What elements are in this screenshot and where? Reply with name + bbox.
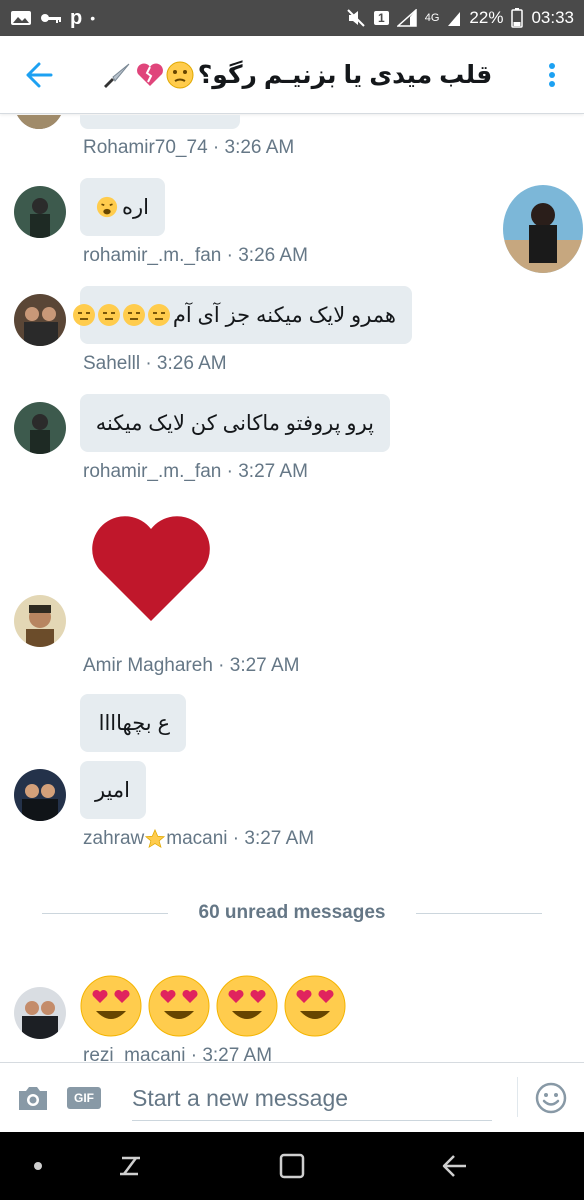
avatar[interactable] [14, 595, 66, 647]
mute-icon [346, 9, 366, 27]
message-text: اره [122, 195, 149, 219]
back-button[interactable] [22, 58, 56, 92]
battery-icon [511, 8, 524, 28]
heart-eyes-face-icon [284, 975, 346, 1037]
gif-label: GIF [74, 1091, 94, 1105]
message-meta: rohamir_.m._fan · 3:27 AM [83, 461, 308, 482]
message-meta: rezi_macani · 3:27 AM [83, 1045, 273, 1061]
signal-icon [447, 9, 461, 27]
weary-face-icon [96, 196, 118, 218]
message-text: همرو لایک میکنه جز آی آم [172, 303, 396, 327]
system-navigation-bar [0, 1132, 584, 1200]
sim-badge: 1 [374, 11, 389, 25]
smiley-icon [535, 1082, 567, 1114]
avatar[interactable] [14, 115, 64, 129]
knife-icon [103, 63, 130, 88]
recent-apps-button[interactable] [114, 1150, 146, 1182]
recent-apps-icon [120, 1156, 140, 1176]
message-input[interactable] [132, 1077, 492, 1121]
status-time: 03:33 [531, 8, 574, 27]
signal-icon [396, 9, 417, 27]
heart-eyes-face-icon [80, 975, 142, 1037]
emoji-button[interactable] [534, 1081, 568, 1115]
battery-percent: 22% [469, 8, 504, 27]
back-arrow-icon [26, 62, 53, 88]
dm-conversation-screen: p • 1 4G 22% 03:33 قلب میدی یا بزنیـم رگ… [0, 0, 584, 1200]
message-bubble[interactable] [80, 115, 240, 129]
conversation-title: قلب میدی یا بزنیـم رگو؟ [70, 36, 524, 114]
camera-icon [19, 1087, 47, 1110]
gallery-icon [10, 10, 32, 26]
message-text: امیر [94, 778, 130, 802]
expressionless-face-icons [72, 303, 171, 327]
status-bar-left: p • [10, 7, 95, 30]
message-meta: rohamir_.m._fan · 3:26 AM [83, 245, 308, 266]
message-bubble[interactable]: پرو پروفتو ماکانی کن لایک میکنه [80, 394, 390, 452]
avatar[interactable] [14, 769, 66, 821]
nav-dot-button[interactable] [22, 1150, 54, 1182]
message-meta: Sahelll · 3:26 AM [83, 353, 227, 374]
more-vertical-icon [549, 63, 555, 87]
gif-button[interactable]: GIF [67, 1087, 101, 1109]
avatar[interactable] [14, 294, 66, 346]
confused-face-icon [166, 61, 194, 89]
message-bubble[interactable]: اره [80, 178, 165, 236]
notification-dot-icon: • [90, 10, 96, 26]
home-icon [279, 1153, 305, 1179]
heart-eyes-face-icon [148, 975, 210, 1037]
message-bubble[interactable]: ع بچهاااا [80, 694, 186, 752]
camera-button[interactable] [16, 1081, 50, 1115]
unread-count-label: 60 unread messages [198, 902, 386, 923]
broken-heart-icon [136, 63, 163, 86]
message-text: پرو پروفتو ماکانی کن لایک میکنه [95, 411, 374, 435]
message-text: ع بچهاااا [98, 711, 170, 735]
key-icon [40, 11, 62, 25]
carrier-glyph: p [70, 6, 83, 29]
meta-username-part: zahraw [83, 828, 145, 849]
star-icon [145, 828, 166, 849]
message-meta: Amir Maghareh · 3:27 AM [83, 655, 300, 676]
title-text: قلب میدی یا بزنیـم رگو؟ [197, 61, 493, 89]
more-options-button[interactable] [542, 58, 562, 92]
heart-eyes-face-icon [216, 975, 278, 1037]
network-label: 4G [424, 12, 440, 24]
message-composer: GIF [0, 1062, 584, 1132]
home-button[interactable] [276, 1150, 308, 1182]
emoji-message[interactable] [80, 975, 346, 1037]
avatar[interactable] [14, 402, 66, 454]
dot-icon [34, 1162, 42, 1170]
message-meta: zahraw macani · 3:27 AM [83, 828, 314, 850]
red-heart-icon[interactable] [90, 515, 212, 623]
message-list[interactable]: Rohamir70_74 · 3:26 AM اره rohamir_.m._f… [0, 115, 584, 1061]
back-nav-button[interactable] [438, 1150, 470, 1182]
avatar[interactable] [14, 987, 66, 1039]
composer-divider [517, 1077, 518, 1117]
status-bar: p • 1 4G 22% 03:33 [0, 0, 584, 36]
message-bubble[interactable]: همرو لایک میکنه جز آی آم [72, 286, 412, 344]
meta-rest: macani · 3:27 AM [166, 828, 315, 849]
participant-avatar[interactable] [503, 185, 583, 273]
conversation-header: قلب میدی یا بزنیـم رگو؟ [0, 36, 584, 114]
back-nav-icon [442, 1155, 466, 1177]
avatar[interactable] [14, 186, 66, 238]
message-bubble[interactable]: امیر [80, 761, 146, 819]
status-bar-right: 1 4G 22% 03:33 [346, 8, 574, 28]
message-meta: Rohamir70_74 · 3:26 AM [83, 137, 295, 158]
